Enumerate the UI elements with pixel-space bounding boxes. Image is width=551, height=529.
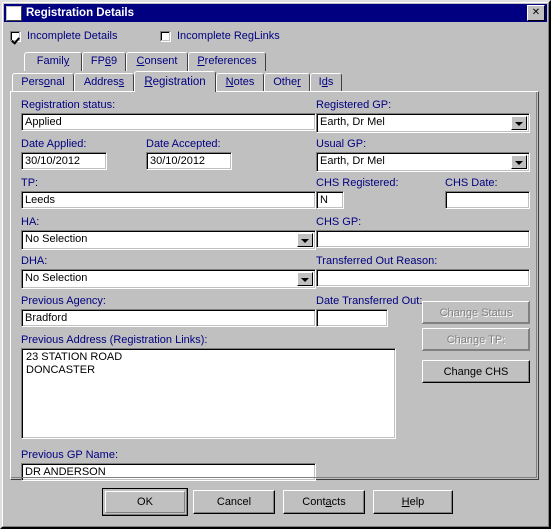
ok-button-label: OK [105,491,185,513]
input-previous-agency[interactable]: Bradford [21,309,316,327]
help-button-label: Help [401,496,425,508]
label-tp: TP: [21,177,39,189]
change-status-button-text: Change Status [439,306,513,319]
change-tp-button-text: Change TP: [446,333,506,346]
title-bar: Registration Details [4,4,547,22]
combo-registered-gp[interactable]: Earth, Dr Mel [316,113,530,133]
change-chs-button[interactable]: Change CHS [422,360,530,383]
input-transferred-out-reason[interactable] [316,269,530,287]
combo-registered-gp-value: Earth, Dr Mel [320,116,385,128]
cancel-button-label: Cancel [216,496,252,508]
combo-dha[interactable]: No Selection [21,269,316,289]
tab-personal[interactable]: Personal [12,73,74,92]
tab-row-top: Family FP69 Consent Preferences [24,52,524,72]
tab-fp69[interactable]: FP69 [82,52,126,71]
combo-ha-value: No Selection [25,233,88,245]
ok-button[interactable]: OK [102,488,188,516]
label-dha: DHA: [21,255,48,267]
input-chs-registered[interactable]: N [316,191,344,209]
label-ha: HA: [21,216,40,228]
combo-usual-gp-value: Earth, Dr Mel [320,155,385,167]
label-chs-date: CHS Date: [445,177,498,189]
label-date-transferred-out: Date Transferred Out: [316,295,423,307]
checkbox-incomplete-details-box[interactable] [10,30,21,42]
input-date-transferred-out[interactable] [316,309,388,327]
combo-dha-value: No Selection [25,272,88,284]
change-chs-button-label: Change CHS [443,365,509,378]
tab-notes[interactable]: Notes [216,73,264,92]
contacts-button[interactable]: Contacts [283,490,365,514]
chevron-down-icon[interactable] [511,155,527,169]
textarea-previous-address[interactable]: 23 STATION ROAD DONCASTER [21,348,396,439]
checkbox-incomplete-reglinks-box[interactable] [160,30,171,42]
label-chs-gp: CHS GP: [316,216,362,228]
label-previous-gp-name: Previous GP Name: [21,449,119,461]
change-status-button-overlay: Change Status [422,301,530,324]
tab-registration[interactable]: Registration [134,71,216,92]
combo-ha[interactable]: No Selection [21,230,316,250]
label-chs-registered: CHS Registered: [316,177,399,189]
help-button[interactable]: Help [373,490,453,514]
chevron-down-icon[interactable] [297,272,313,286]
input-chs-gp[interactable] [316,230,530,248]
combo-usual-gp[interactable]: Earth, Dr Mel [316,152,530,172]
input-date-applied[interactable]: 30/10/2012 [21,152,107,170]
registration-tab-panel: Registration status: Applied Date Applie… [10,91,539,481]
label-usual-gp: Usual GP: [316,138,367,150]
input-date-accepted[interactable]: 30/10/2012 [146,152,232,170]
label-transferred-out-reason: Transferred Out Reason: [316,255,438,267]
tab-row-bottom: Personal Address Registration Notes Othe… [12,71,532,93]
contacts-button-label: Contacts [302,496,346,508]
registration-details-window: Registration Details Incomplete Details … [0,0,551,529]
chevron-down-icon[interactable] [297,233,313,247]
input-tp[interactable]: Leeds [21,191,316,209]
label-registration-status: Registration status: [21,99,116,111]
checkbox-incomplete-reglinks[interactable]: Incomplete RegLinks [160,28,280,44]
label-previous-agency: Previous Agency: [21,295,106,307]
window-icon [6,5,22,21]
input-registration-status[interactable]: Applied [21,113,316,131]
label-registered-gp: Registered GP: [316,99,392,111]
tab-family[interactable]: Family [24,52,82,71]
label-previous-address: Previous Address (Registration Links): [21,334,208,346]
input-previous-gp-name[interactable]: DR ANDERSON [21,463,316,481]
cancel-button[interactable]: Cancel [193,490,275,514]
checkbox-incomplete-details[interactable]: Incomplete Details [10,28,118,44]
tab-ids[interactable]: Ids [310,73,342,92]
tab-other[interactable]: Other [264,73,310,92]
close-icon[interactable] [527,5,545,21]
checkbox-incomplete-reglinks-label: Incomplete RegLinks [177,30,280,42]
tab-consent[interactable]: Consent [126,52,188,71]
label-date-applied: Date Applied: [21,138,87,150]
window-title: Registration Details [26,7,134,19]
checkbox-incomplete-details-label: Incomplete Details [27,30,118,42]
change-tp-button-overlay: Change TP: [422,328,530,351]
tab-preferences[interactable]: Preferences [188,52,266,71]
tab-address[interactable]: Address [74,73,134,92]
label-date-accepted: Date Accepted: [146,138,221,150]
chevron-down-icon[interactable] [511,116,527,130]
incomplete-checkbox-row: Incomplete Details Incomplete RegLinks [10,28,410,44]
input-chs-date[interactable] [445,191,530,209]
